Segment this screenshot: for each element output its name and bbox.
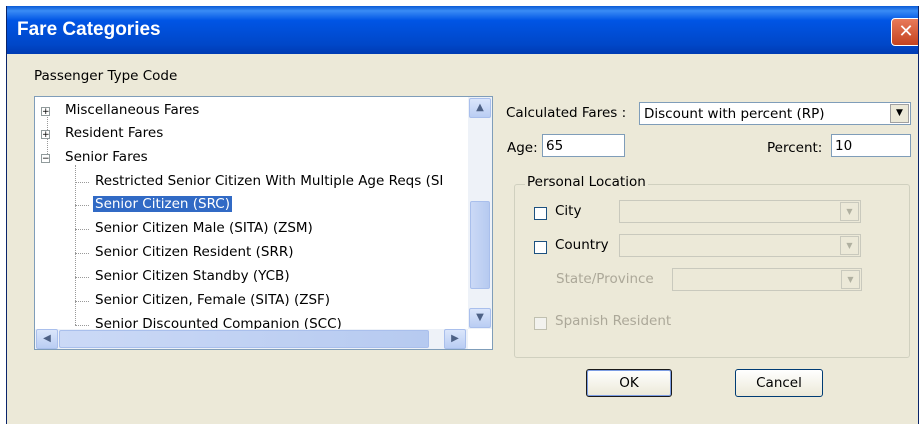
passenger-type-tree[interactable]: + Miscellaneous Fares + Resident Fares −… (34, 96, 493, 350)
personal-location-title: Personal Location (525, 174, 648, 190)
age-value: 65 (546, 138, 564, 154)
city-checkbox[interactable] (534, 207, 547, 220)
scroll-right-button[interactable]: ▶ (444, 329, 466, 349)
scroll-up-button[interactable]: ▲ (469, 98, 491, 118)
tree-item-label: Senior Citizen (SRC) (93, 196, 232, 212)
horizontal-scrollbar[interactable]: ◀ ▶ (35, 329, 468, 349)
vertical-scrollbar[interactable]: ▲ ▼ (468, 97, 492, 329)
calculated-fares-dropdown[interactable]: Discount with percent (RP) ▼ (639, 102, 911, 125)
tree-item-label: Senior Citizen Standby (YCB) (95, 268, 290, 284)
tree-item-label: Senior Fares (65, 149, 148, 165)
city-label: City (555, 203, 582, 219)
tree-item-label: Senior Citizen Male (SITA) (ZSM) (95, 220, 313, 236)
tree-item-label: Restricted Senior Citizen With Multiple … (95, 173, 444, 189)
close-button[interactable]: ✕ (891, 18, 918, 46)
state-province-select[interactable]: ▼ (672, 268, 862, 291)
passenger-type-code-label: Passenger Type Code (34, 68, 178, 84)
country-checkbox[interactable] (534, 241, 547, 254)
tree-item-label: Resident Fares (65, 125, 164, 141)
country-select[interactable]: ▼ (619, 234, 861, 257)
dialog-title: Fare Categories (17, 19, 161, 40)
vertical-scroll-thumb[interactable] (470, 201, 490, 289)
calculated-fares-label: Calculated Fares : (506, 105, 627, 121)
chevron-down-icon[interactable]: ▼ (841, 270, 860, 289)
state-province-label: State/Province (556, 271, 654, 287)
chevron-down-icon[interactable]: ▼ (840, 202, 859, 221)
percent-field[interactable]: 10 (831, 134, 911, 157)
tree-item-label: Miscellaneous Fares (65, 102, 200, 118)
scroll-down-button[interactable]: ▼ (469, 308, 491, 328)
close-icon: ✕ (898, 21, 914, 42)
ok-button[interactable]: OK (586, 369, 672, 397)
percent-label: Percent: (767, 140, 823, 156)
title-bar[interactable]: Fare Categories ✕ (7, 6, 918, 54)
tree-item-label: Senior Citizen, Female (SITA) (ZSF) (95, 292, 331, 308)
scroll-left-button[interactable]: ◀ (36, 329, 58, 349)
percent-value: 10 (835, 138, 853, 154)
cancel-button[interactable]: Cancel (735, 369, 823, 397)
city-select[interactable]: ▼ (619, 200, 861, 223)
spanish-resident-label: Spanish Resident (555, 313, 672, 329)
country-label: Country (555, 237, 609, 253)
expand-icon[interactable]: + (41, 130, 50, 140)
chevron-down-icon[interactable]: ▼ (840, 236, 859, 255)
age-field[interactable]: 65 (542, 134, 625, 157)
age-label: Age: (507, 140, 538, 156)
fare-categories-dialog: Fare Categories ✕ Passenger Type Code + … (6, 6, 919, 424)
collapse-icon[interactable]: − (41, 154, 50, 164)
expand-icon[interactable]: + (41, 107, 50, 117)
horizontal-scroll-thumb[interactable] (59, 330, 429, 348)
chevron-down-icon[interactable]: ▼ (890, 104, 909, 123)
spanish-resident-checkbox[interactable] (534, 317, 547, 330)
calculated-fares-value: Discount with percent (RP) (644, 106, 825, 122)
tree-item-label: Senior Citizen Resident (SRR) (95, 244, 294, 260)
